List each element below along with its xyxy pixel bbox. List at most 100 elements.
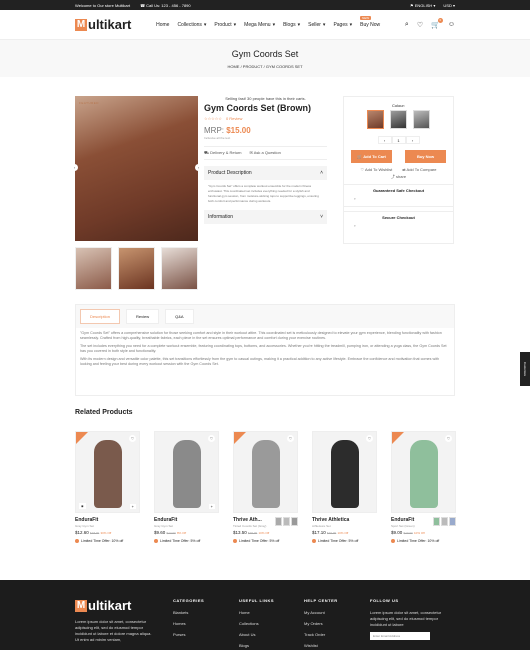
footer-link[interactable]: Purses bbox=[173, 632, 204, 637]
nav-mega-menu[interactable]: Mega Menu ▾ bbox=[244, 22, 275, 28]
prev-arrow-icon[interactable]: ‹ bbox=[71, 164, 78, 171]
minus-button[interactable]: ‹ bbox=[377, 136, 392, 144]
logo[interactable]: Multikart bbox=[75, 17, 131, 32]
colour-swatch[interactable] bbox=[449, 517, 456, 526]
colour-swatch[interactable] bbox=[390, 110, 407, 129]
search-icon[interactable]: ⌕ bbox=[405, 21, 409, 29]
colour-swatch[interactable] bbox=[283, 517, 290, 526]
nav-buy-now[interactable]: NEW Buy Now bbox=[360, 15, 380, 28]
nav-collections[interactable]: Collections ▾ bbox=[177, 22, 206, 28]
information-accordion[interactable]: Information ˅ bbox=[204, 210, 327, 224]
footer-link[interactable]: Blankets bbox=[173, 610, 204, 615]
tab-description[interactable]: Description bbox=[80, 309, 121, 324]
review-link[interactable]: 0 Review bbox=[226, 116, 242, 121]
hot-ribbon bbox=[76, 432, 88, 444]
chevron-down-icon: ˅ bbox=[320, 214, 323, 220]
colour-swatch[interactable] bbox=[291, 517, 298, 526]
product-card[interactable]: ♡ Thrive Ath... Tinted Coords Set (Gray)… bbox=[233, 431, 298, 543]
cart-icon[interactable]: 🛒 0 bbox=[431, 17, 443, 29]
product-card[interactable]: ♡ EnduraFit Sport Set (Green) $9.00 $10.… bbox=[391, 431, 456, 543]
footer-link[interactable]: My Account bbox=[304, 610, 338, 615]
heart-icon[interactable]: ♡ bbox=[208, 435, 215, 442]
colour-swatch[interactable] bbox=[367, 110, 384, 129]
product-card[interactable]: ♡ Thrive Athletica Athleisure Set $17.10… bbox=[312, 431, 377, 543]
customize-side-tab[interactable]: Customize bbox=[520, 352, 530, 386]
quantity-input[interactable]: 1 bbox=[391, 136, 406, 144]
phone-text: ☎ Call Us: 123 - 456 - 7890 bbox=[140, 2, 191, 8]
colour-swatches bbox=[344, 110, 453, 129]
delivery-return-link[interactable]: ⛟ Delivery & Return bbox=[204, 150, 242, 156]
tab-qa[interactable]: Q&A bbox=[165, 309, 194, 324]
product-card-image[interactable]: ♡ bbox=[233, 431, 298, 513]
nav-blogs[interactable]: Blogs ▾ bbox=[283, 22, 300, 28]
description-paragraph: The set includes everything you need for… bbox=[80, 344, 447, 353]
tab-content: "Gym Coords Set" offers a comprehensive … bbox=[76, 328, 454, 373]
description-accordion[interactable]: Product Description ˄ bbox=[204, 166, 327, 180]
header: Multikart Home Collections ▾ Product ▾ Meg… bbox=[0, 10, 530, 40]
footer-link[interactable]: Blogs bbox=[239, 643, 274, 648]
footer-link[interactable]: Home bbox=[239, 610, 274, 615]
next-arrow-icon[interactable]: › bbox=[195, 164, 202, 171]
product-card[interactable]: ♡ ◉ + EnduraFit Gray Gym Set $12.60 $18.00… bbox=[75, 431, 140, 543]
add-to-wishlist-link[interactable]: ♡ Add To Wishlist bbox=[361, 167, 393, 172]
footer-link[interactable]: Track Order bbox=[304, 632, 338, 637]
thumbnail[interactable] bbox=[75, 247, 112, 290]
footer-logo[interactable]: Multikart bbox=[75, 598, 155, 613]
plus-icon[interactable]: + bbox=[129, 504, 136, 509]
product-card-image[interactable]: ♡ + bbox=[154, 431, 219, 513]
colour-swatch[interactable] bbox=[433, 517, 440, 526]
breadcrumb: HOME / PRODUCT / GYM COORDS SET bbox=[227, 63, 303, 69]
product-info: Selling fast! 30 people have this in the… bbox=[204, 96, 327, 224]
tab-row: Description Review Q&A bbox=[76, 305, 454, 328]
product-card[interactable]: ♡ + EnduraFit Gray Gym Set $9.60 $12.00 8… bbox=[154, 431, 219, 543]
add-to-compare-link[interactable]: ⇄ Add To Compare bbox=[402, 167, 436, 172]
footer-link[interactable]: About Us bbox=[239, 632, 274, 637]
thumbnail[interactable] bbox=[118, 247, 155, 290]
heart-icon[interactable]: ♡ bbox=[417, 21, 423, 29]
nav-home[interactable]: Home bbox=[156, 22, 169, 28]
nav-pages[interactable]: Pages ▾ bbox=[333, 22, 352, 28]
plus-button[interactable]: › bbox=[405, 136, 420, 144]
footer-link[interactable]: Collections bbox=[239, 621, 274, 626]
product-links: ⛟ Delivery & Return ✉ Ask a Question bbox=[204, 146, 327, 160]
offer-dot-icon bbox=[312, 539, 316, 543]
top-bar: Welcome to Our store Multikart ☎ Call Us… bbox=[0, 0, 530, 10]
nav-seller[interactable]: Seller ▾ bbox=[308, 22, 325, 28]
footer-link[interactable]: Homes bbox=[173, 621, 204, 626]
email-input[interactable]: Enter Email Address bbox=[370, 632, 430, 640]
footer-link[interactable]: Wishlist bbox=[304, 643, 338, 648]
plus-icon[interactable]: + bbox=[208, 504, 215, 509]
product-card-image[interactable]: ♡ bbox=[312, 431, 377, 513]
heart-icon[interactable]: ♡ bbox=[287, 435, 294, 442]
eye-icon[interactable]: ◉ bbox=[79, 503, 86, 509]
footer-link[interactable]: My Orders bbox=[304, 621, 338, 626]
nav-product[interactable]: Product ▾ bbox=[214, 22, 236, 28]
thumbnail[interactable] bbox=[161, 247, 198, 290]
product-card-title[interactable]: EnduraFit bbox=[154, 517, 219, 523]
language-select[interactable]: ⚑ ENGLISH ▾ bbox=[410, 3, 435, 8]
payment-image-placeholder: ▫ bbox=[344, 193, 453, 207]
buy-now-button[interactable]: Buy Now bbox=[405, 150, 446, 163]
description-paragraph: With its modern design and versatile col… bbox=[80, 357, 440, 366]
product-card-image[interactable]: ♡ bbox=[391, 431, 456, 513]
heart-icon[interactable]: ♡ bbox=[445, 435, 452, 442]
product-card-title[interactable]: Thrive Athletica bbox=[312, 517, 377, 523]
heart-icon[interactable]: ♡ bbox=[129, 435, 136, 442]
product-tabs: Description Review Q&A "Gym Coords Set" … bbox=[75, 304, 455, 396]
heart-icon[interactable]: ♡ bbox=[366, 435, 373, 442]
ask-question-link[interactable]: ✉ Ask a Question bbox=[250, 150, 281, 156]
add-to-cart-button[interactable]: 🛒 Add To Cart bbox=[351, 150, 392, 163]
colour-swatch[interactable] bbox=[441, 517, 448, 526]
product-card-title[interactable]: EnduraFit bbox=[75, 517, 140, 523]
product-card-image[interactable]: ♡ ◉ + bbox=[75, 431, 140, 513]
colour-swatch[interactable] bbox=[275, 517, 282, 526]
related-products-list: ♡ ◉ + EnduraFit Gray Gym Set $12.60 $18.00… bbox=[75, 431, 456, 543]
footer-heading: USEFUL LINKS bbox=[239, 598, 275, 603]
user-icon[interactable]: ☺ bbox=[448, 21, 455, 28]
offer-dot-icon bbox=[391, 539, 395, 543]
tab-review[interactable]: Review bbox=[126, 309, 160, 324]
currency-select[interactable]: USD ▾ bbox=[443, 3, 455, 8]
product-price: MRP: $15.00 bbox=[204, 126, 251, 135]
colour-swatch[interactable] bbox=[413, 110, 430, 129]
share-link[interactable]: ⤴ share bbox=[344, 174, 453, 180]
